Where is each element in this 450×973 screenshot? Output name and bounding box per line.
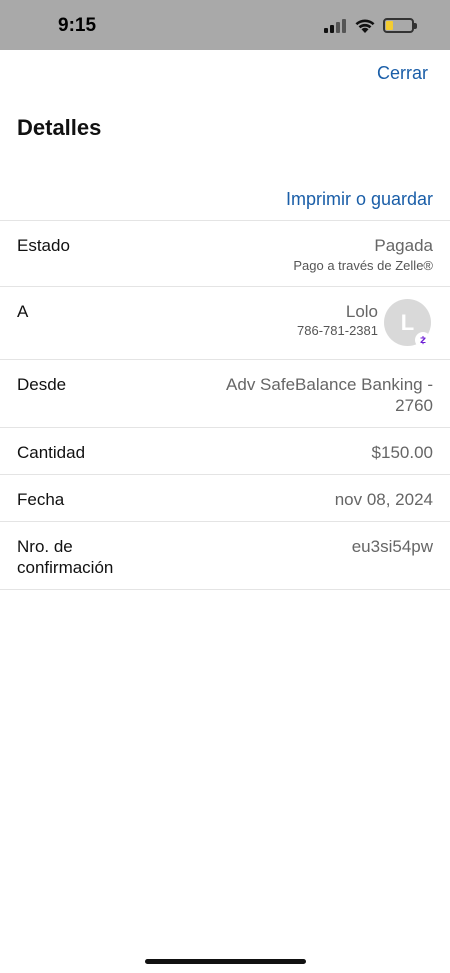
amount-row: Cantidad $150.00 [0,428,450,475]
battery-level-fill [386,21,393,30]
print-or-save-link[interactable]: Imprimir o guardar [286,189,433,210]
status-row: Estado Pagada Pago a través de Zelle® [0,221,450,287]
details-list: Estado Pagada Pago a través de Zelle® A … [0,220,450,590]
zelle-icon [415,332,431,348]
home-indicator[interactable] [145,959,306,964]
recipient-name: Lolo [345,302,378,321]
close-button[interactable]: Cerrar [377,63,428,84]
confirmation-row: Nro. de confirmación eu3si54pw [0,522,450,590]
cellular-signal-icon [324,18,346,33]
status-value: Pagada [374,236,433,255]
confirmation-label: Nro. de confirmación [17,536,113,578]
status-time: 9:15 [58,15,97,36]
wifi-icon [355,19,375,33]
status-label: Estado [17,236,70,255]
avatar-initial: L [400,309,415,335]
source-account-value: Adv SafeBalance Banking - 2760 [226,374,433,416]
source-account-row: Desde Adv SafeBalance Banking - 2760 [0,360,450,428]
confirmation-number: eu3si54pw [351,537,433,556]
source-account-line2: 2760 [395,396,433,415]
amount-value: $150.00 [371,443,433,462]
recipient-phone: 786-781-2381 [297,323,378,338]
source-account-line1: Adv SafeBalance Banking - [226,375,433,394]
amount-label: Cantidad [17,443,86,462]
date-label: Fecha [17,490,65,509]
battery-icon [383,18,417,33]
date-value: nov 08, 2024 [334,490,433,509]
source-label: Desde [17,375,67,394]
status-bar: 9:15 [0,0,450,50]
confirmation-label-line1: Nro. de [17,537,73,556]
payment-method-note: Pago a través de Zelle® [293,258,433,273]
page-title: Detalles [17,115,102,140]
recipient-row[interactable]: A Lolo 786-781-2381 L [0,287,450,360]
recipient-label: A [17,302,29,321]
date-row: Fecha nov 08, 2024 [0,475,450,522]
confirmation-label-line2: confirmación [17,558,114,577]
